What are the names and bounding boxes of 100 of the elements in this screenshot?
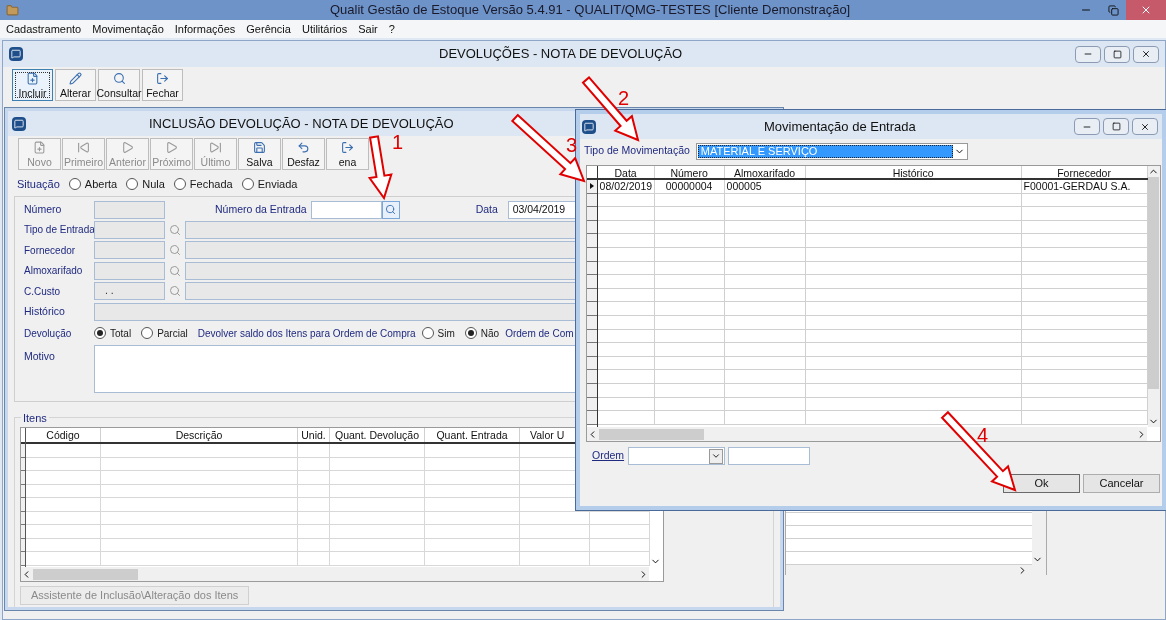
cancel-button[interactable]: Cancelar — [1083, 474, 1160, 493]
undo-icon — [297, 140, 310, 154]
search-button[interactable] — [381, 200, 400, 219]
first-record-icon — [77, 140, 90, 154]
column-header[interactable]: Data — [597, 166, 655, 178]
column-header[interactable]: Código — [26, 428, 101, 442]
menu-item[interactable]: Sair — [358, 20, 378, 38]
toolbar-button[interactable]: ena — [326, 138, 369, 170]
toolbar-button[interactable]: Fechar — [142, 69, 183, 101]
radio-button[interactable] — [173, 178, 186, 191]
window-title: Movimentação de Entrada — [764, 117, 916, 136]
column-header[interactable]: Unid. — [298, 428, 330, 442]
radio-label: Sim — [437, 326, 455, 341]
window-title: INCLUSÃO DEVOLUÇÃO - NOTA DE DEVOLUÇÃO — [149, 114, 454, 133]
input-field[interactable] — [94, 241, 165, 260]
new-page-icon — [33, 140, 46, 154]
input-field[interactable] — [94, 200, 165, 219]
radio-label: Parcial — [157, 326, 188, 341]
maximize-button[interactable] — [1103, 118, 1129, 135]
radio-button[interactable] — [126, 178, 139, 191]
scrollbar-thumb[interactable] — [599, 428, 704, 440]
lookup-icon[interactable] — [169, 285, 181, 298]
column-header[interactable]: Quant. Entrada — [425, 428, 520, 442]
radio-label: Enviada — [257, 177, 298, 192]
menu-item[interactable]: Movimentação — [92, 20, 164, 38]
field-label: Ordem de Com — [505, 326, 574, 341]
field-label: Devolver saldo dos Itens para Ordem de Compra — [197, 326, 416, 341]
lookup-icon[interactable] — [169, 223, 181, 236]
input-field[interactable] — [310, 200, 382, 219]
radio-button[interactable] — [141, 327, 154, 339]
column-header[interactable]: Quant. Devolução — [330, 428, 425, 442]
input-field[interactable] — [94, 220, 165, 239]
maximize-icon — [1112, 49, 1122, 59]
window-title: DEVOLUÇÕES - NOTA DE DEVOLUÇÃO — [439, 45, 683, 64]
field-label: Motivo — [24, 349, 56, 364]
dropdown[interactable] — [628, 447, 726, 465]
maximize-button[interactable] — [1104, 45, 1130, 63]
step-number: 2 — [618, 88, 630, 108]
input-field[interactable] — [94, 261, 165, 280]
radio-button[interactable] — [421, 327, 434, 339]
menu-item[interactable]: Gerência — [246, 20, 291, 38]
radio-button[interactable] — [94, 327, 106, 339]
field-label: Número — [24, 201, 63, 217]
column-header[interactable]: Almoxarifado — [724, 166, 806, 178]
scrollbar-thumb[interactable] — [33, 568, 138, 580]
restore-icon — [1107, 4, 1119, 16]
radio-button[interactable] — [68, 178, 81, 191]
row-header[interactable] — [587, 180, 597, 194]
field-label: Tipo de Movimentação — [584, 143, 690, 159]
search-icon — [385, 204, 397, 215]
app-title: Qualit Gestão de Estoque Versão 5.4.91 - QUALIT/QMG-TESTES [Cliente Demonstração] — [330, 1, 851, 20]
window-icon — [582, 119, 596, 134]
column-header[interactable]: Fornecedor — [1021, 166, 1148, 178]
toolbar-button[interactable]: Salva — [238, 138, 281, 170]
input-field[interactable]: . . — [94, 282, 165, 301]
scrollbar-thumb[interactable] — [1148, 177, 1160, 389]
table-cell: 08/02/2019 — [597, 180, 655, 193]
column-header[interactable]: Histórico — [805, 166, 1022, 178]
field-label: Fornecedor — [24, 243, 77, 258]
input-field[interactable] — [728, 447, 811, 465]
field-label: Tipo de Entrada — [24, 223, 94, 238]
menu-item[interactable]: Utilitários — [301, 20, 348, 38]
field-label: Número da Entrada — [215, 201, 307, 217]
column-header[interactable]: Número — [654, 166, 725, 178]
column-header[interactable]: Descrição — [101, 428, 298, 442]
radio-button[interactable] — [464, 327, 477, 339]
menu-item[interactable]: Informações — [174, 20, 236, 38]
door-exit-icon — [156, 71, 169, 85]
table-cell: 000005 — [724, 180, 806, 193]
lookup-icon[interactable] — [169, 244, 181, 257]
close-button[interactable] — [1132, 118, 1158, 135]
toolbar-button[interactable]: Alterar — [55, 69, 96, 101]
minimize-button[interactable] — [1074, 118, 1100, 135]
toolbar-button[interactable]: Consultar — [98, 69, 140, 101]
previous-arrow-icon — [121, 140, 134, 154]
radio-label: Nula — [142, 177, 165, 192]
door-exit-icon — [341, 140, 354, 154]
maximize-icon — [1111, 122, 1121, 131]
field-label: Almoxarifado — [24, 264, 84, 279]
radio-button[interactable] — [241, 178, 254, 191]
window-icon — [12, 116, 26, 131]
callout-arrow — [581, 75, 640, 142]
minimize-button[interactable] — [1075, 45, 1101, 63]
menu-item[interactable]: ? — [388, 20, 395, 38]
step-number: 1 — [392, 132, 404, 152]
toolbar-button[interactable]: Incluir — [12, 69, 53, 101]
lookup-icon[interactable] — [169, 264, 181, 277]
search-icon — [112, 71, 126, 85]
radio-label: Não — [480, 326, 500, 341]
step-number: 4 — [977, 425, 989, 445]
toolbar-button[interactable]: Desfaz — [282, 138, 325, 170]
last-record-icon — [209, 140, 222, 154]
table-cell: F00001-GERDAU S.A. — [1021, 180, 1148, 193]
close-button[interactable] — [1133, 45, 1159, 63]
radio-label: Fechada — [189, 177, 233, 192]
pencil-icon — [69, 71, 82, 85]
window-icon — [9, 47, 23, 61]
field-label: Data — [475, 201, 499, 217]
close-icon — [1141, 49, 1151, 59]
menu-item[interactable]: Cadastramento — [6, 20, 82, 38]
